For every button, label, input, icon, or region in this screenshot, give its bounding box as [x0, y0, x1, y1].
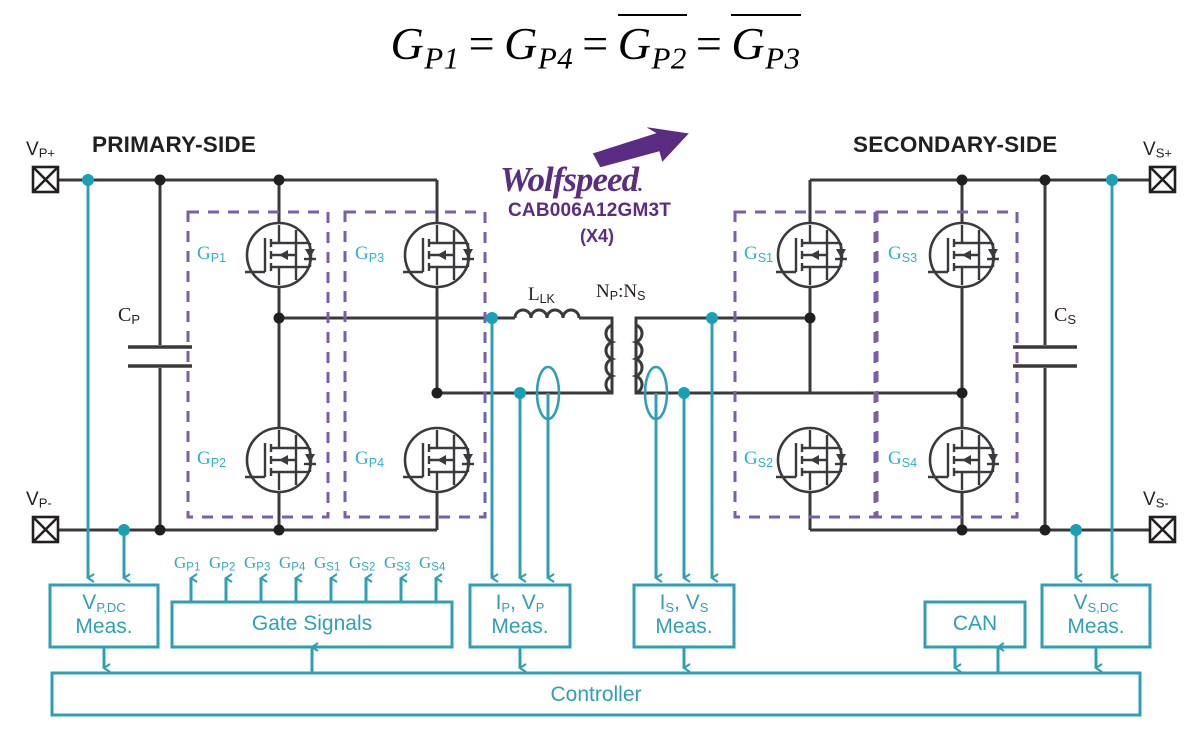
schematic-figure: GP1 = GP4 = GP2 = GP3 PRIMARY-SIDE SECON…: [0, 0, 1191, 729]
box-label-vs-dc-line1: VS,DC: [1073, 591, 1119, 615]
transformer-turns-ratio-label: NP:NS: [596, 281, 646, 303]
mosfet-gs4: [928, 426, 999, 494]
box-label-vp-dc-line2: Meas.: [75, 615, 133, 639]
box-label-vs-dc-meas: VS,DC Meas.: [1042, 591, 1150, 639]
gate-label-gp3: GP3: [355, 243, 385, 265]
gate-signal-label-gs4: GS4: [419, 553, 446, 574]
gate-label-gs2: GS2: [744, 448, 774, 470]
controller-links: [102, 642, 1103, 673]
inductor-label-llk: LLK: [528, 284, 555, 306]
box-label-is-vs-meas: IS, VS Meas.: [634, 591, 734, 639]
section-title-primary: PRIMARY-SIDE: [92, 132, 257, 157]
terminal-label-vp-plus: VP+: [26, 139, 55, 161]
terminal-vs-plus-symbol: [1148, 165, 1177, 194]
box-label-ip-vp-meas: IP, VP Meas.: [470, 591, 570, 639]
terminal-label-vs-minus: VS-: [1143, 489, 1169, 511]
gate-label-gs4: GS4: [888, 448, 918, 470]
mosfet-gp1: [245, 221, 316, 289]
terminal-vs-minus-symbol: [1148, 515, 1177, 544]
box-label-is-vs-line2: Meas.: [655, 615, 713, 639]
mosfet-gp4: [403, 426, 474, 494]
box-label-vp-dc-meas: VP,DC Meas.: [50, 591, 158, 639]
gate-signal-arrows: [189, 573, 443, 602]
box-label-controller: Controller: [550, 683, 642, 706]
mosfet-gs2: [776, 426, 847, 494]
capacitor-cs: [1013, 345, 1077, 368]
gate-label-gp1: GP1: [197, 243, 227, 265]
wolfspeed-wordmark: Wolfspeed.: [500, 160, 643, 199]
capacitor-label-cs: CS: [1054, 304, 1077, 327]
gate-label-gp2: GP2: [197, 448, 227, 470]
box-label-vp-dc-line1: VP,DC: [82, 591, 126, 615]
box-label-can: CAN: [952, 612, 998, 635]
gate-signal-label-gp1: GP1: [174, 553, 201, 574]
gate-signal-label-gs2: GS2: [349, 553, 376, 574]
gate-signal-label-gp4: GP4: [279, 553, 306, 574]
capacitor-cp: [128, 345, 192, 368]
box-label-vs-dc-line2: Meas.: [1067, 615, 1125, 639]
mosfet-gp2: [245, 426, 316, 494]
gate-signal-label-gs3: GS3: [384, 553, 411, 574]
quantity-label: (X4): [580, 226, 615, 246]
section-title-secondary: SECONDARY-SIDE: [853, 132, 1058, 157]
gate-signal-label-gs1: GS1: [314, 553, 341, 574]
terminal-label-vs-plus: VS+: [1143, 139, 1172, 161]
terminal-vp-minus-symbol: [31, 515, 60, 544]
gate-label-gs3: GS3: [888, 243, 918, 265]
terminal-vp-plus-symbol: [31, 165, 60, 194]
leakage-inductor: [513, 308, 581, 319]
gate-signal-label-gp2: GP2: [209, 553, 236, 574]
mosfet-gp3: [403, 221, 474, 289]
gate-label-gs1: GS1: [744, 243, 774, 265]
box-label-ip-vp-line2: Meas.: [491, 615, 549, 639]
capacitor-label-cp: CP: [118, 304, 141, 327]
mosfet-gs1: [776, 221, 847, 289]
box-label-ip-vp-line1: IP, VP: [495, 591, 545, 615]
box-label-gate-signals: Gate Signals: [251, 612, 373, 635]
part-number-label: CAB006A12GM3T: [508, 200, 672, 221]
box-label-is-vs-line1: IS, VS: [659, 591, 709, 615]
terminal-label-vp-minus: VP-: [26, 489, 52, 511]
terminal-connectors: [31, 165, 1177, 544]
gate-signal-label-gp3: GP3: [244, 553, 271, 574]
mosfet-gs3: [928, 221, 999, 289]
gate-label-gp4: GP4: [355, 448, 385, 470]
